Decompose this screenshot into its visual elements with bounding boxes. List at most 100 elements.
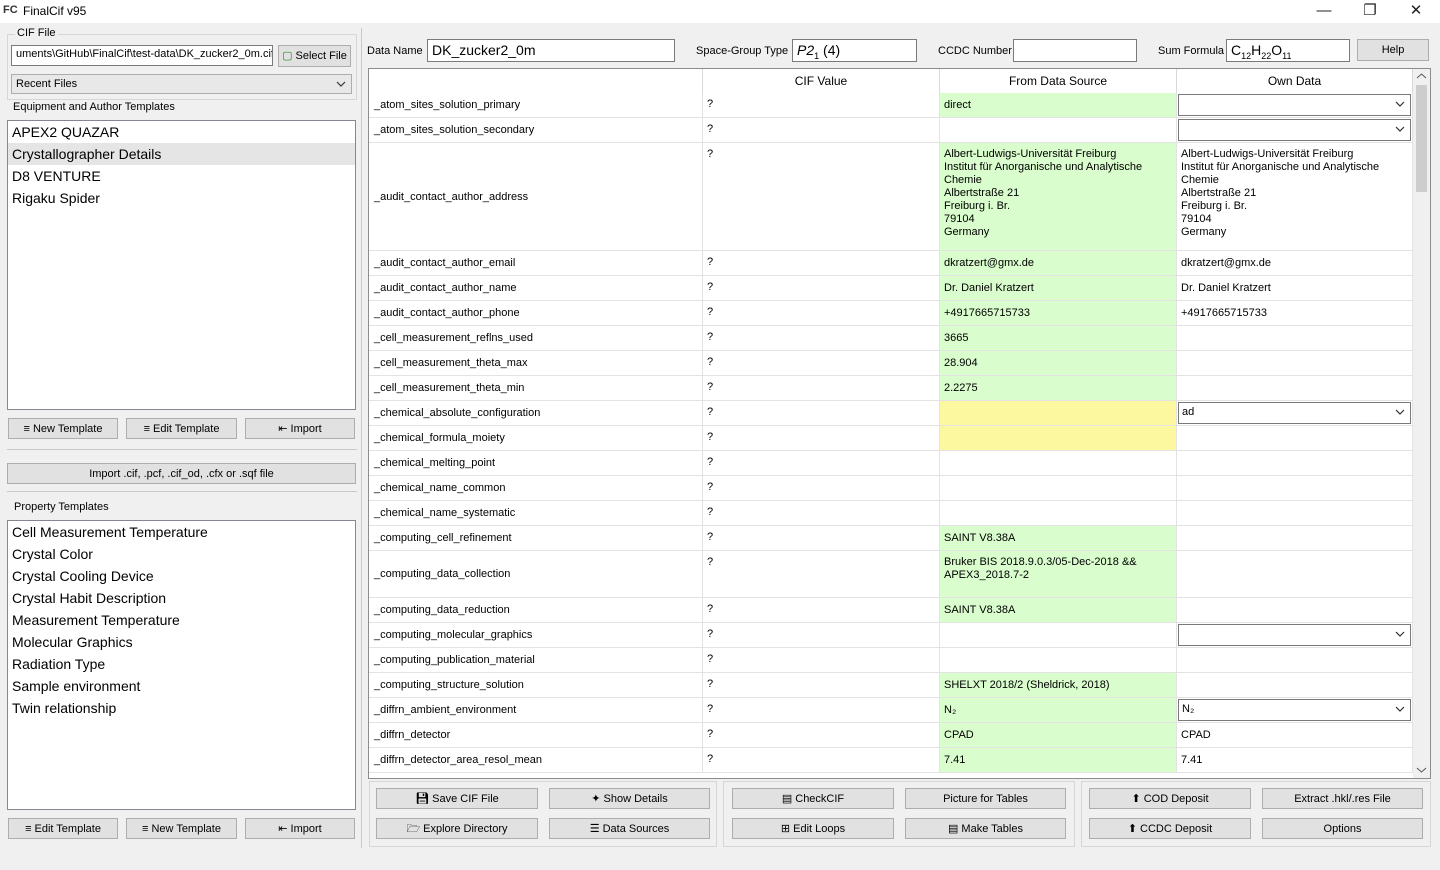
cif-value-cell[interactable]: ? xyxy=(703,723,940,747)
cif-value-cell[interactable]: ? xyxy=(703,401,940,425)
ccdc-deposit-button[interactable]: ⬆︎ CCDC Deposit xyxy=(1089,818,1251,839)
import-property-button[interactable]: ⇤ Import xyxy=(245,818,355,839)
cif-value-cell[interactable]: ? xyxy=(703,143,940,250)
own-data-cell[interactable] xyxy=(1177,326,1413,350)
cif-value-cell[interactable]: ? xyxy=(703,648,940,672)
own-data-cell[interactable] xyxy=(1177,673,1413,697)
cif-value-cell[interactable]: ? xyxy=(703,698,940,722)
cif-table[interactable]: CIF Value From Data Source Own Data _ato… xyxy=(368,68,1431,779)
import-button[interactable]: ⇤ Import xyxy=(245,418,355,439)
own-data-cell[interactable] xyxy=(1177,118,1413,142)
table-scrollbar[interactable] xyxy=(1413,69,1430,778)
panel-splitter[interactable] xyxy=(361,28,362,848)
own-data-cell[interactable]: CPAD xyxy=(1177,723,1413,747)
cif-value-cell[interactable]: ? xyxy=(703,93,940,117)
cif-value-header[interactable]: CIF Value xyxy=(703,69,940,93)
file-path-field[interactable]: uments\GitHub\FinalCif\test-data\DK_zuck… xyxy=(11,45,273,66)
cif-value-cell[interactable]: ? xyxy=(703,451,940,475)
own-data-combo[interactable]: ad xyxy=(1178,402,1411,424)
cod-deposit-button[interactable]: ⬆︎ COD Deposit xyxy=(1089,788,1251,809)
new-template-button[interactable]: ≡ New Template xyxy=(8,418,118,439)
cif-value-cell[interactable]: ? xyxy=(703,501,940,525)
scrollbar-thumb[interactable] xyxy=(1416,85,1427,192)
cif-value-cell[interactable]: ? xyxy=(703,623,940,647)
list-item[interactable]: Crystallographer Details xyxy=(8,143,355,165)
sum-formula-field[interactable]: C12H22O11 xyxy=(1226,39,1350,62)
cif-value-cell[interactable]: ? xyxy=(703,118,940,142)
own-data-cell[interactable] xyxy=(1177,623,1413,647)
cif-value-cell[interactable]: ? xyxy=(703,426,940,450)
own-data-combo[interactable] xyxy=(1178,94,1411,116)
scroll-down-icon[interactable] xyxy=(1416,766,1427,774)
list-item[interactable]: Sample environment xyxy=(8,675,355,697)
picture-for-tables-button[interactable]: Picture for Tables xyxy=(905,788,1066,809)
own-data-combo[interactable]: N₂ xyxy=(1178,699,1411,721)
options-button[interactable]: Options xyxy=(1262,818,1423,839)
make-tables-button[interactable]: ▤ Make Tables xyxy=(905,818,1066,839)
own-data-cell[interactable]: 7.41 xyxy=(1177,748,1413,772)
own-data-combo[interactable] xyxy=(1178,119,1411,141)
own-data-cell[interactable]: Albert-Ludwigs-Universität Freiburg Inst… xyxy=(1177,143,1413,250)
cif-value-cell[interactable]: ? xyxy=(703,476,940,500)
cif-value-cell[interactable]: ? xyxy=(703,326,940,350)
property-templates-list[interactable]: Cell Measurement Temperature Crystal Col… xyxy=(7,520,356,810)
list-item[interactable]: D8 VENTURE xyxy=(8,165,355,187)
edit-loops-button[interactable]: ⊞ Edit Loops xyxy=(732,818,894,839)
list-item[interactable]: Cell Measurement Temperature xyxy=(8,521,355,543)
cif-value-cell[interactable]: ? xyxy=(703,276,940,300)
checkcif-button[interactable]: ▤ CheckCIF xyxy=(732,788,894,809)
own-data-cell[interactable] xyxy=(1177,526,1413,550)
own-data-cell[interactable] xyxy=(1177,376,1413,400)
select-file-button[interactable]: ▢ Select File xyxy=(278,45,351,67)
ccdc-number-field[interactable] xyxy=(1013,39,1137,62)
data-name-field[interactable]: DK_zucker2_0m xyxy=(427,39,675,62)
own-data-cell[interactable] xyxy=(1177,451,1413,475)
list-item[interactable]: APEX2 QUAZAR xyxy=(8,121,355,143)
import-file-button[interactable]: Import .cif, .pcf, .cif_od, .cfx or .sqf… xyxy=(7,463,356,484)
own-data-cell[interactable]: ad xyxy=(1177,401,1413,425)
recent-files-combo[interactable]: Recent Files xyxy=(11,74,352,94)
extract-hkl-button[interactable]: Extract .hkl/.res File xyxy=(1262,788,1423,809)
cif-value-cell[interactable]: ? xyxy=(703,376,940,400)
cif-value-cell[interactable]: ? xyxy=(703,673,940,697)
cif-value-cell[interactable]: ? xyxy=(703,551,940,597)
own-data-cell[interactable] xyxy=(1177,648,1413,672)
list-item[interactable]: Molecular Graphics xyxy=(8,631,355,653)
minimize-icon[interactable]: — xyxy=(1301,0,1347,23)
cif-value-cell[interactable]: ? xyxy=(703,748,940,772)
help-button[interactable]: Help xyxy=(1357,39,1429,61)
own-data-cell[interactable] xyxy=(1177,426,1413,450)
own-data-cell[interactable] xyxy=(1177,551,1413,597)
scroll-up-icon[interactable] xyxy=(1416,72,1427,80)
edit-template-button[interactable]: ≡ Edit Template xyxy=(126,418,237,439)
cif-value-cell[interactable]: ? xyxy=(703,526,940,550)
own-data-cell[interactable]: dkratzert@gmx.de xyxy=(1177,251,1413,275)
own-data-cell[interactable]: N₂ xyxy=(1177,698,1413,722)
list-item[interactable]: Measurement Temperature xyxy=(8,609,355,631)
save-cif-button[interactable]: 💾︎ Save CIF File xyxy=(376,788,538,809)
close-icon[interactable]: ✕ xyxy=(1393,0,1439,23)
list-item[interactable]: Crystal Cooling Device xyxy=(8,565,355,587)
explore-directory-button[interactable]: 🗁︎ Explore Directory xyxy=(376,818,538,839)
cif-value-cell[interactable]: ? xyxy=(703,598,940,622)
cif-value-cell[interactable]: ? xyxy=(703,301,940,325)
list-item[interactable]: Rigaku Spider xyxy=(8,187,355,209)
space-group-field[interactable]: P21 (4) xyxy=(792,39,917,62)
data-sources-button[interactable]: ☰ Data Sources xyxy=(549,818,710,839)
own-data-cell[interactable] xyxy=(1177,598,1413,622)
new-property-template-button[interactable]: ≡ New Template xyxy=(126,818,237,839)
own-data-cell[interactable] xyxy=(1177,476,1413,500)
list-item[interactable]: Crystal Habit Description xyxy=(8,587,355,609)
show-details-button[interactable]: ✦ Show Details xyxy=(549,788,710,809)
own-data-cell[interactable]: Dr. Daniel Kratzert xyxy=(1177,276,1413,300)
own-data-cell[interactable] xyxy=(1177,93,1413,117)
own-data-header[interactable]: Own Data xyxy=(1177,69,1413,93)
own-data-combo[interactable] xyxy=(1178,624,1411,646)
data-source-header[interactable]: From Data Source xyxy=(940,69,1177,93)
list-item[interactable]: Radiation Type xyxy=(8,653,355,675)
restore-icon[interactable]: ❐ xyxy=(1347,0,1393,23)
list-item[interactable]: Crystal Color xyxy=(8,543,355,565)
list-item[interactable]: Twin relationship xyxy=(8,697,355,719)
cif-value-cell[interactable]: ? xyxy=(703,351,940,375)
cif-value-cell[interactable]: ? xyxy=(703,251,940,275)
